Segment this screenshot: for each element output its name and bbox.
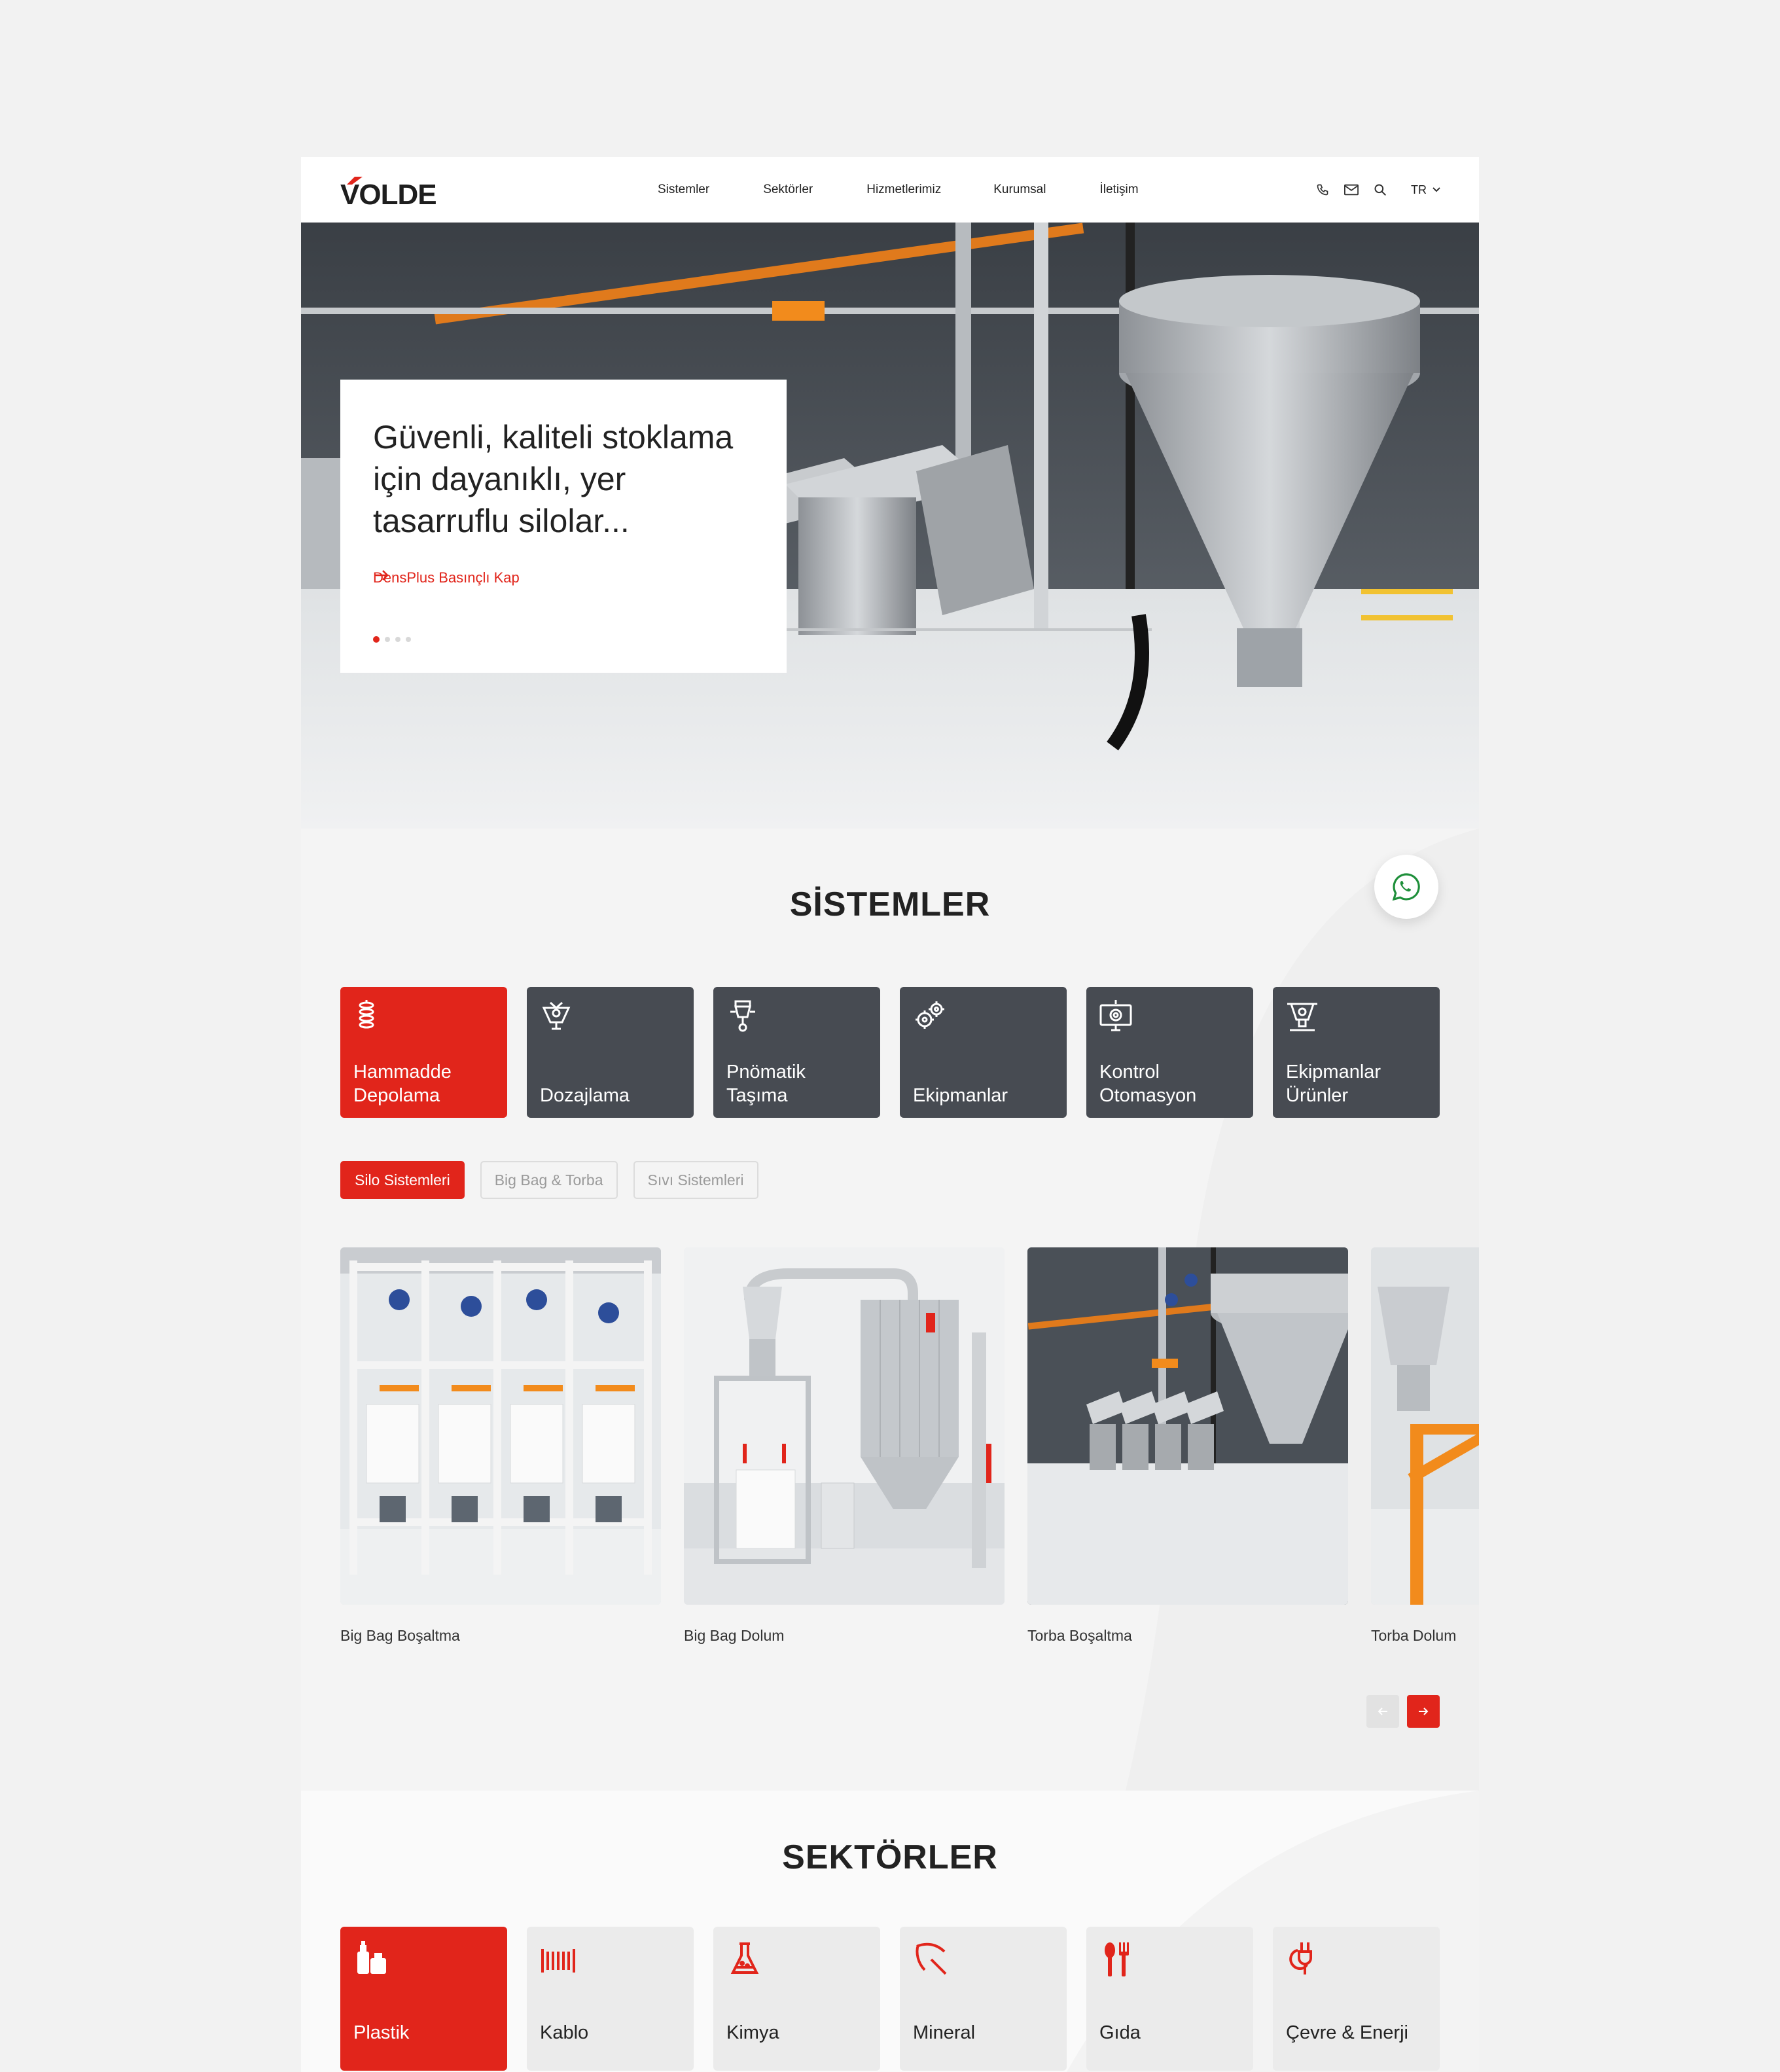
nav-hizmetlerimiz[interactable]: Hizmetlerimiz (866, 183, 941, 197)
sector-tiles: Plastik Kablo Kimya Mineral Gıda Çevre &… (340, 1927, 1440, 2071)
systems-title: SİSTEMLER (789, 885, 991, 923)
card-caption: Big Bag Dolum (684, 1627, 785, 1644)
carousel-controls (1366, 1695, 1440, 1728)
slider-dot-4[interactable] (406, 637, 411, 642)
tile-label: Plastik (353, 2022, 410, 2043)
pneumatic-icon (730, 1000, 755, 1032)
language-selector[interactable]: TR (1411, 183, 1441, 197)
card-image (1027, 1247, 1348, 1605)
filter-sivi-sistemleri[interactable]: Sıvı Sistemleri (633, 1161, 758, 1199)
tile-label: Ekipmanlar Ürünler (1286, 1062, 1381, 1106)
header-tools: TR (1315, 157, 1441, 223)
system-cards-carousel: Big Bag Boşaltma Big Bag Dolum Torba Boş… (340, 1247, 1479, 1666)
tile-label: Kimya (726, 2022, 779, 2043)
eco-plug-icon (1289, 1942, 1312, 1974)
tile-label: Gıda (1099, 2022, 1141, 2043)
sector-tile-plastik[interactable]: Plastik (340, 1927, 507, 2071)
hero-cta-link[interactable]: DensPlus Basınçlı Kap (373, 569, 520, 586)
hero-slider: Güvenli, kaliteli stoklama için dayanıkl… (301, 223, 1479, 829)
chevron-down-icon (1433, 187, 1440, 192)
arrow-right-icon (374, 570, 389, 581)
tile-label: Dozajlama (540, 1085, 630, 1106)
system-tile-ekipmanlar[interactable]: Ekipmanlar (900, 987, 1067, 1118)
slider-dot-2[interactable] (385, 637, 390, 642)
sector-tile-cevre-enerji[interactable]: Çevre & Enerji (1273, 1927, 1440, 2071)
svg-text:VOLDE: VOLDE (340, 179, 436, 208)
system-card-torba-bosaltma[interactable]: Torba Boşaltma (1027, 1247, 1348, 1645)
tile-label: Mineral (913, 2022, 976, 2043)
nav-kurumsal[interactable]: Kurumsal (993, 183, 1046, 197)
system-tile-ekipmanlar-urunler[interactable]: Ekipmanlar Ürünler (1273, 987, 1440, 1118)
carousel-prev-button[interactable] (1366, 1695, 1399, 1728)
dosing-icon (542, 1001, 571, 1030)
silo-stack-icon (359, 1000, 374, 1029)
sector-tile-mineral[interactable]: Mineral (900, 1927, 1067, 2071)
system-category-tiles: Hammadde Depolama Dozajlama Pnömatik Taşım… (340, 987, 1440, 1118)
filter-silo-sistemleri[interactable]: Silo Sistemleri (340, 1161, 465, 1199)
gears-icon (916, 1001, 944, 1029)
system-tile-hammadde-depolama[interactable]: Hammadde Depolama (340, 987, 507, 1118)
system-filters: Silo Sistemleri Big Bag & Torba Sıvı Sis… (340, 1161, 758, 1199)
phone-icon[interactable] (1315, 183, 1330, 197)
arrow-left-icon (1378, 1707, 1387, 1715)
tile-label: Hammadde Depolama (353, 1062, 452, 1106)
flask-icon (730, 1942, 759, 1974)
tile-label: Pnömatik Taşıma (726, 1062, 806, 1106)
tile-label: Çevre & Enerji (1286, 2022, 1408, 2043)
card-caption: Torba Dolum (1371, 1627, 1457, 1644)
hopper-icon (1287, 1003, 1317, 1031)
page-frame: VOLDE Sistemler Sektörler Hizmetlerimiz … (301, 157, 1479, 2072)
card-image (1371, 1247, 1479, 1605)
sector-tile-kablo[interactable]: Kablo (527, 1927, 694, 2071)
control-monitor-icon (1099, 1000, 1132, 1031)
system-tile-pnomatik-tasima[interactable]: Pnömatik Taşıma (713, 987, 880, 1118)
card-caption: Big Bag Boşaltma (340, 1627, 460, 1644)
system-tile-kontrol-otomasyon[interactable]: Kontrol Otomasyon (1086, 987, 1253, 1118)
system-card-big-bag-dolum[interactable]: Big Bag Dolum (684, 1247, 1005, 1645)
search-icon[interactable] (1373, 183, 1387, 197)
cutlery-icon (1105, 1942, 1129, 1976)
filter-big-bag-torba[interactable]: Big Bag & Torba (480, 1161, 618, 1199)
card-image (340, 1247, 661, 1605)
nav-iletisim[interactable]: İletişim (1099, 183, 1138, 197)
card-caption: Torba Boşaltma (1027, 1627, 1132, 1644)
volde-logo[interactable]: VOLDE (340, 171, 455, 208)
tile-label: Kablo (540, 2022, 589, 2043)
nav-sektorler[interactable]: Sektörler (763, 183, 813, 197)
site-header: VOLDE Sistemler Sektörler Hizmetlerimiz … (301, 157, 1479, 223)
tile-label: Kontrol Otomasyon (1099, 1062, 1197, 1106)
system-tile-dozajlama[interactable]: Dozajlama (527, 987, 694, 1118)
main-nav: Sistemler Sektörler Hizmetlerimiz Kurums… (658, 157, 1191, 223)
plastic-bottles-icon (357, 1941, 386, 1974)
hero-cta-label: DensPlus Basınçlı Kap (373, 569, 520, 586)
arrow-right-icon (1419, 1707, 1429, 1715)
hero-card: Güvenli, kaliteli stoklama için dayanıkl… (340, 380, 787, 673)
nav-sistemler[interactable]: Sistemler (658, 183, 709, 197)
system-card-torba-dolum[interactable]: Torba Dolum (1371, 1247, 1479, 1645)
mail-icon[interactable] (1344, 183, 1359, 197)
language-code: TR (1411, 183, 1427, 196)
carousel-next-button[interactable] (1407, 1695, 1440, 1728)
card-image (684, 1247, 1005, 1605)
slider-dot-3[interactable] (395, 637, 400, 642)
sectors-title: SEKTÖRLER (782, 1838, 998, 1876)
tile-label: Ekipmanlar (913, 1085, 1008, 1106)
slider-dots (373, 636, 411, 643)
pickaxe-icon (916, 1942, 947, 1975)
sector-tile-kimya[interactable]: Kimya (713, 1927, 880, 2071)
hero-title: Güvenli, kaliteli stoklama için dayanıkl… (373, 419, 734, 539)
cable-icon (541, 1949, 575, 1973)
sector-tile-gida[interactable]: Gıda (1086, 1927, 1253, 2071)
system-card-big-bag-bosaltma[interactable]: Big Bag Boşaltma (340, 1247, 661, 1645)
slider-dot-1[interactable] (373, 636, 380, 643)
